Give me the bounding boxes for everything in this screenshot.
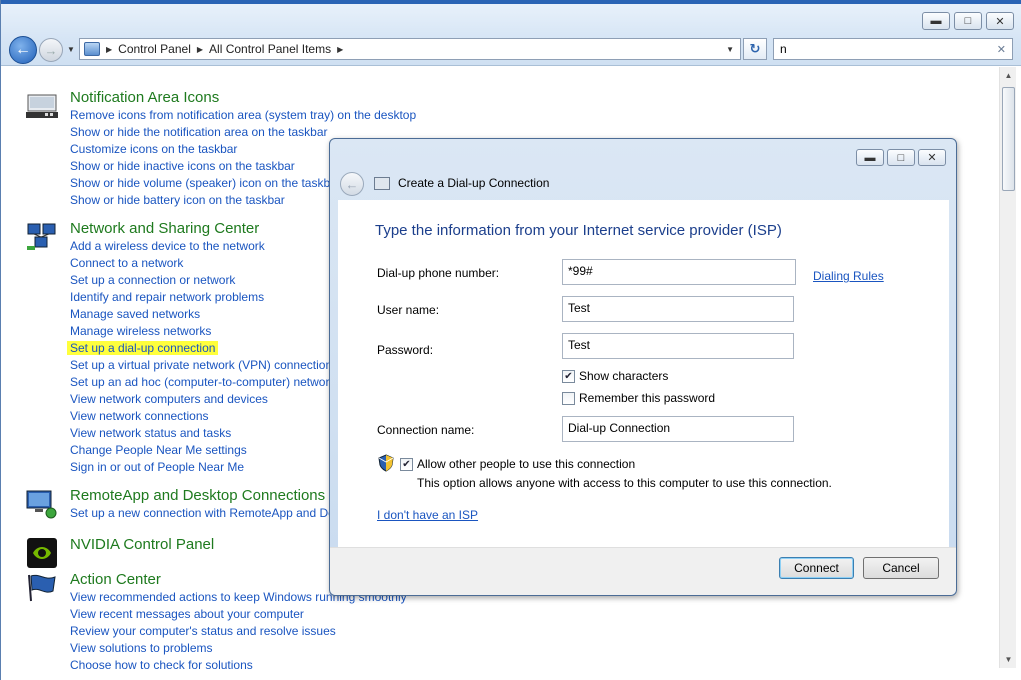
task-link[interactable]: Change People Near Me settings — [70, 442, 335, 459]
category-title[interactable]: RemoteApp and Desktop Connections — [70, 487, 325, 504]
username-label: User name: — [377, 303, 440, 317]
recent-pages-dropdown[interactable]: ▼ — [65, 42, 77, 56]
category-title[interactable]: Network and Sharing Center — [70, 220, 259, 237]
phone-label: Dial-up phone number: — [377, 266, 500, 280]
network-icon — [27, 223, 56, 250]
breadcrumb-arrow-icon[interactable]: ▶ — [197, 45, 203, 54]
dialog-heading: Type the information from your Internet … — [375, 222, 782, 239]
nvidia-icon — [27, 538, 57, 568]
task-link[interactable]: Manage saved networks — [70, 306, 335, 323]
search-value: n — [780, 42, 787, 56]
task-link[interactable]: View network status and tasks — [70, 425, 335, 442]
password-label: Password: — [377, 343, 434, 357]
forward-button[interactable]: → — [39, 38, 63, 62]
password-field[interactable]: Test — [562, 333, 794, 359]
dialog-footer: Connect Cancel — [330, 547, 956, 595]
clear-search-icon[interactable]: ✕ — [997, 43, 1006, 56]
task-link[interactable]: Set up a connection or network — [70, 272, 335, 289]
dial-up-icon — [374, 177, 390, 190]
dialing-rules-link[interactable]: Dialing Rules — [813, 269, 884, 283]
task-link[interactable]: Connect to a network — [70, 255, 335, 272]
task-link[interactable]: Add a wireless device to the network — [70, 238, 335, 255]
checkbox-box[interactable]: ✔ — [400, 457, 413, 471]
remember-password-label: Remember this password — [579, 391, 716, 405]
breadcrumb-item-all-items[interactable]: All Control Panel Items — [209, 42, 331, 56]
allow-others-label: Allow other people to use this connectio… — [417, 457, 636, 471]
vertical-scrollbar[interactable]: ▲ ▼ — [999, 67, 1016, 668]
address-bar[interactable]: ▶ Control Panel ▶ All Control Panel Item… — [79, 38, 741, 60]
connect-button[interactable]: Connect — [779, 557, 854, 579]
remoteapp-icon — [26, 490, 57, 519]
window-caption-buttons: ▬ □ ✕ — [922, 12, 1014, 30]
category-title[interactable]: NVIDIA Control Panel — [70, 536, 214, 553]
uac-shield-icon — [378, 454, 394, 472]
task-link[interactable]: Review your computer's status and resolv… — [70, 623, 407, 640]
task-link[interactable]: View recent messages about your computer — [70, 606, 407, 623]
minimize-button[interactable]: ▬ — [922, 12, 950, 30]
task-link[interactable]: Choose how to check for solutions — [70, 657, 407, 674]
dialog-caption-buttons: ▬ □ ✕ — [856, 149, 946, 166]
notification-area-icon — [26, 94, 58, 118]
show-characters-label: Show characters — [579, 369, 669, 383]
allow-others-checkbox[interactable]: ✔ Allow other people to use this connect… — [400, 457, 635, 471]
dialog-back-button[interactable]: ← — [340, 172, 364, 196]
checkbox-box[interactable] — [562, 391, 575, 405]
breadcrumb-arrow-icon[interactable]: ▶ — [106, 45, 112, 54]
phone-number-field[interactable]: *99# — [562, 259, 796, 285]
task-link[interactable]: Set up a virtual private network (VPN) c… — [70, 357, 335, 374]
connection-name-label: Connection name: — [377, 423, 475, 437]
dialog-title: Create a Dial-up Connection — [398, 176, 550, 190]
task-link[interactable]: Remove icons from notification area (sys… — [70, 107, 416, 124]
dialog-body: Type the information from your Internet … — [338, 200, 949, 547]
task-link[interactable]: Manage wireless networks — [70, 323, 335, 340]
action-center-flag-icon — [28, 574, 56, 602]
category-title[interactable]: Action Center — [70, 571, 161, 588]
address-dropdown-icon[interactable]: ▼ — [726, 45, 734, 54]
refresh-button[interactable]: ↻ — [743, 38, 767, 60]
allow-others-description: This option allows anyone with access to… — [417, 476, 832, 490]
search-input[interactable]: n ✕ — [773, 38, 1013, 60]
connection-name-field[interactable]: Dial-up Connection — [562, 416, 794, 442]
username-field[interactable]: Test — [562, 296, 794, 322]
dial-up-dialog: ▬ □ ✕ ← Create a Dial-up Connection Type… — [329, 138, 957, 596]
task-link[interactable]: Set up an ad hoc (computer-to-computer) … — [70, 374, 335, 391]
explorer-toolbar: ▬ □ ✕ ← → ▼ ▶ Control Panel ▶ All Contro… — [1, 0, 1021, 66]
highlighted-link[interactable]: Set up a dial-up connection — [67, 341, 219, 355]
task-link[interactable]: View network computers and devices — [70, 391, 335, 408]
back-button[interactable]: ← — [9, 36, 37, 64]
dialog-maximize-button[interactable]: □ — [887, 149, 915, 166]
no-isp-link[interactable]: I don't have an ISP — [377, 508, 478, 522]
scroll-thumb[interactable] — [1002, 87, 1015, 191]
cancel-button[interactable]: Cancel — [863, 557, 939, 579]
task-link[interactable]: View solutions to problems — [70, 640, 407, 657]
control-panel-window: ▬ □ ✕ ← → ▼ ▶ Control Panel ▶ All Contro… — [0, 0, 1021, 680]
task-link[interactable]: Sign in or out of People Near Me — [70, 459, 335, 476]
task-link[interactable]: View network connections — [70, 408, 335, 425]
control-panel-icon — [84, 42, 100, 56]
breadcrumb-item-control-panel[interactable]: Control Panel — [118, 42, 191, 56]
maximize-button[interactable]: □ — [954, 12, 982, 30]
title-bar-strip — [1, 0, 1021, 4]
scroll-down-arrow-icon[interactable]: ▼ — [1000, 651, 1017, 668]
show-characters-checkbox[interactable]: ✔ Show characters — [562, 369, 668, 383]
breadcrumb-arrow-icon[interactable]: ▶ — [337, 45, 343, 54]
close-button[interactable]: ✕ — [986, 12, 1014, 30]
scroll-up-arrow-icon[interactable]: ▲ — [1000, 67, 1017, 84]
dialog-close-button[interactable]: ✕ — [918, 149, 946, 166]
task-link[interactable]: Identify and repair network problems — [70, 289, 335, 306]
checkbox-box[interactable]: ✔ — [562, 369, 575, 383]
remember-password-checkbox[interactable]: Remember this password — [562, 391, 715, 405]
category-title[interactable]: Notification Area Icons — [70, 89, 219, 106]
breadcrumb: ▶ Control Panel ▶ All Control Panel Item… — [106, 42, 343, 56]
dialog-minimize-button[interactable]: ▬ — [856, 149, 884, 166]
task-link-dial-up[interactable]: Set up a dial-up connection — [67, 340, 335, 357]
